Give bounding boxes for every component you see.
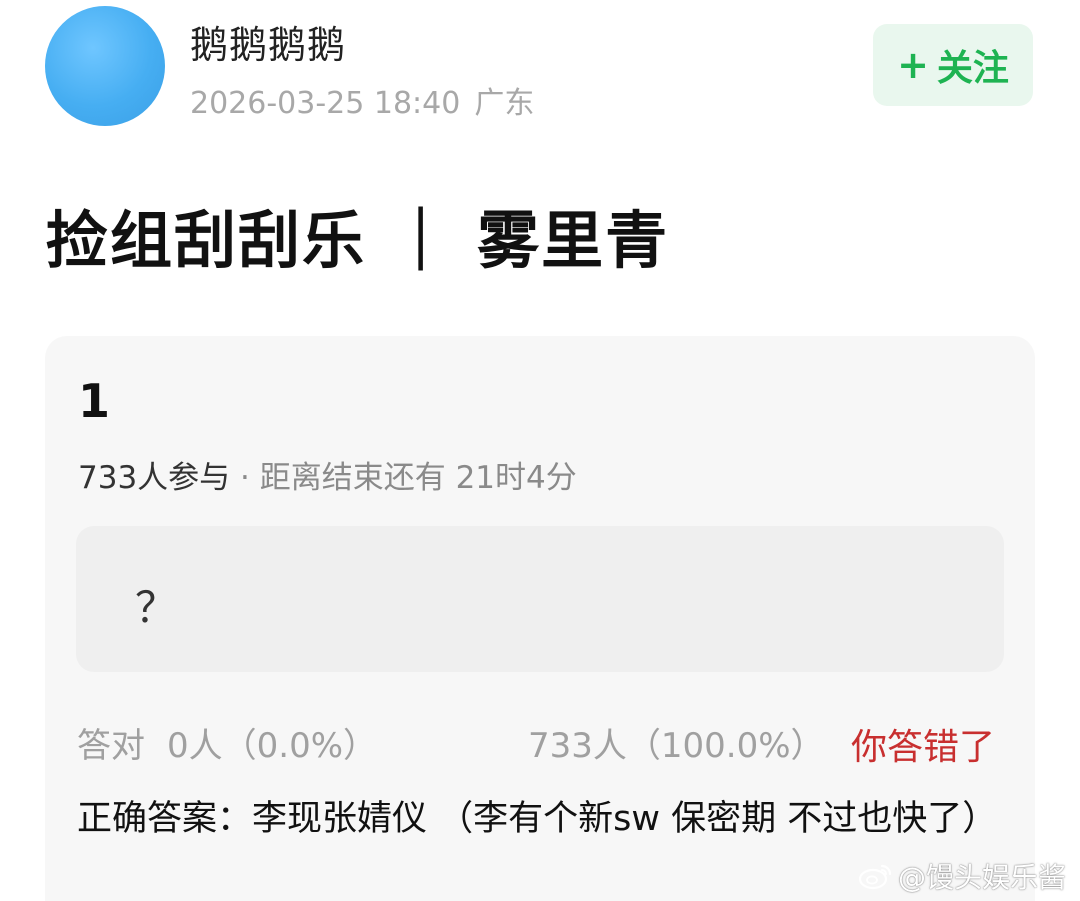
poll-option-text: ？ bbox=[135, 583, 178, 632]
correct-label: 答对 bbox=[77, 726, 145, 766]
watermark: @馒头娱乐酱 bbox=[858, 856, 1066, 896]
correct-result: 答对 0人（0.0%） bbox=[77, 718, 377, 767]
plus-icon: + bbox=[897, 43, 929, 87]
post-page: 鹅鹅鹅鹅 2026-03-25 18:40 广东 + 关注 捡组刮刮乐 ｜ 雾里青… bbox=[0, 0, 1080, 901]
correct-answer: 正确答案：李现张婧仪 （李有个新sw 保密期 不过也快了） bbox=[77, 799, 998, 839]
follow-button[interactable]: + 关注 bbox=[873, 24, 1033, 106]
poll-option[interactable] bbox=[76, 526, 1004, 672]
username[interactable]: 鹅鹅鹅鹅 bbox=[190, 14, 346, 69]
wrong-count: 733人（100.0%） bbox=[528, 726, 825, 766]
weibo-icon bbox=[858, 864, 892, 890]
result-status: 你答错了 bbox=[851, 727, 996, 768]
post-meta: 2026-03-25 18:40 广东 bbox=[190, 78, 534, 122]
poll-number: 1 bbox=[78, 374, 111, 428]
avatar[interactable] bbox=[45, 6, 165, 126]
watermark-text: @馒头娱乐酱 bbox=[898, 861, 1067, 894]
follow-label: 关注 bbox=[936, 48, 1009, 89]
post-title: 捡组刮刮乐 ｜ 雾里青 bbox=[46, 204, 670, 277]
poll-participants: 733人参与 bbox=[78, 460, 231, 496]
post-location: 广东 bbox=[474, 86, 535, 121]
poll-stats: 733人参与 · 距离结束还有 21时4分 bbox=[78, 452, 577, 497]
poll-time-left: · 距离结束还有 21时4分 bbox=[230, 460, 577, 496]
post-datetime: 2026-03-25 18:40 bbox=[190, 86, 461, 121]
correct-count: 0人（0.0%） bbox=[167, 726, 378, 766]
